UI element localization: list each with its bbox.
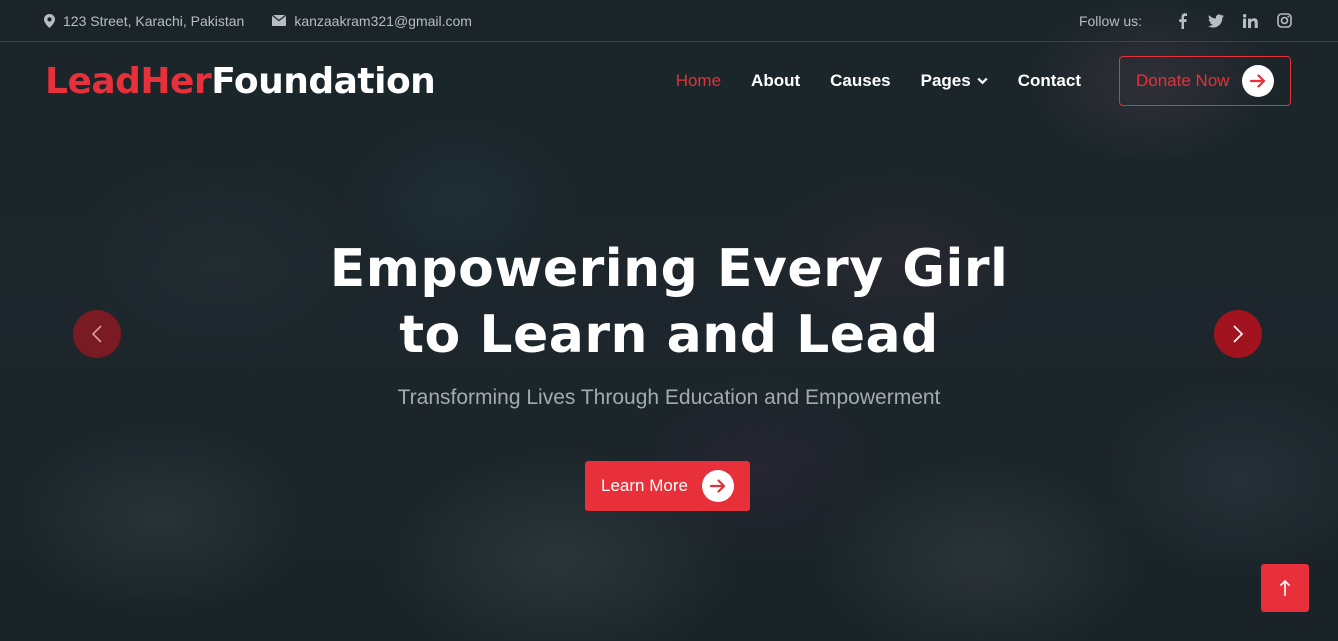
follow-label: Follow us: <box>1078 12 1142 29</box>
nav-item-home[interactable]: Home <box>676 71 721 91</box>
chevron-left-icon <box>91 325 102 343</box>
chevron-right-icon <box>1233 325 1244 343</box>
arrow-right-icon <box>702 470 734 502</box>
email-text[interactable]: kanzaakram321@gmail.com <box>294 13 472 29</box>
hero-title-line1: Empowering Every Girl <box>329 239 1009 299</box>
learn-more-button[interactable]: Learn More <box>585 461 750 511</box>
follow-us: Follow us: <box>1079 13 1292 29</box>
nav-item-pages[interactable]: Pages <box>921 71 988 91</box>
address-text: 123 Street, Karachi, Pakistan <box>63 12 245 29</box>
map-marker-icon <box>44 13 55 28</box>
nav-menu: Home About Causes Pages Contact <box>646 71 1081 91</box>
brand-name-part1: LeadHer <box>45 60 212 102</box>
arrow-up-icon <box>1279 579 1291 596</box>
social-links <box>1156 12 1292 29</box>
hero-title-line2: to Learn and Lead <box>399 305 939 365</box>
chevron-down-icon <box>977 77 988 85</box>
brand-name-part2: Foundation <box>211 60 436 102</box>
contact-info: 123 Street, Karachi, Pakistan kanzaakram… <box>44 13 500 29</box>
nav-item-about[interactable]: About <box>751 71 800 91</box>
main-navbar: LeadHerFoundation Home About Causes Page… <box>0 43 1338 119</box>
carousel-next-button[interactable] <box>1214 310 1262 358</box>
envelope-icon <box>272 15 287 26</box>
facebook-icon[interactable] <box>1174 12 1190 29</box>
hero-subtitle: Transforming Lives Through Education and… <box>397 386 941 409</box>
address-item: 123 Street, Karachi, Pakistan <box>44 13 244 29</box>
email-item[interactable]: kanzaakram321@gmail.com <box>272 13 472 29</box>
brand-logo[interactable]: LeadHerFoundation <box>45 60 436 102</box>
twitter-icon[interactable] <box>1208 13 1224 29</box>
donate-now-button[interactable]: Donate Now <box>1119 56 1291 106</box>
linkedin-icon[interactable] <box>1242 13 1258 29</box>
carousel-prev-button[interactable] <box>73 310 121 358</box>
donate-now-label: Donate Now <box>1136 71 1230 90</box>
arrow-right-icon <box>1242 65 1274 97</box>
nav-item-causes[interactable]: Causes <box>830 71 890 91</box>
back-to-top-button[interactable] <box>1261 564 1309 612</box>
nav-item-pages-label: Pages <box>920 71 971 90</box>
hero-title: Empowering Every Girl to Learn and Lead <box>0 236 1338 368</box>
instagram-icon[interactable] <box>1276 13 1292 29</box>
topbar: 123 Street, Karachi, Pakistan kanzaakram… <box>0 0 1338 42</box>
nav-item-contact[interactable]: Contact <box>1018 71 1081 91</box>
learn-more-label: Learn More <box>601 476 688 495</box>
